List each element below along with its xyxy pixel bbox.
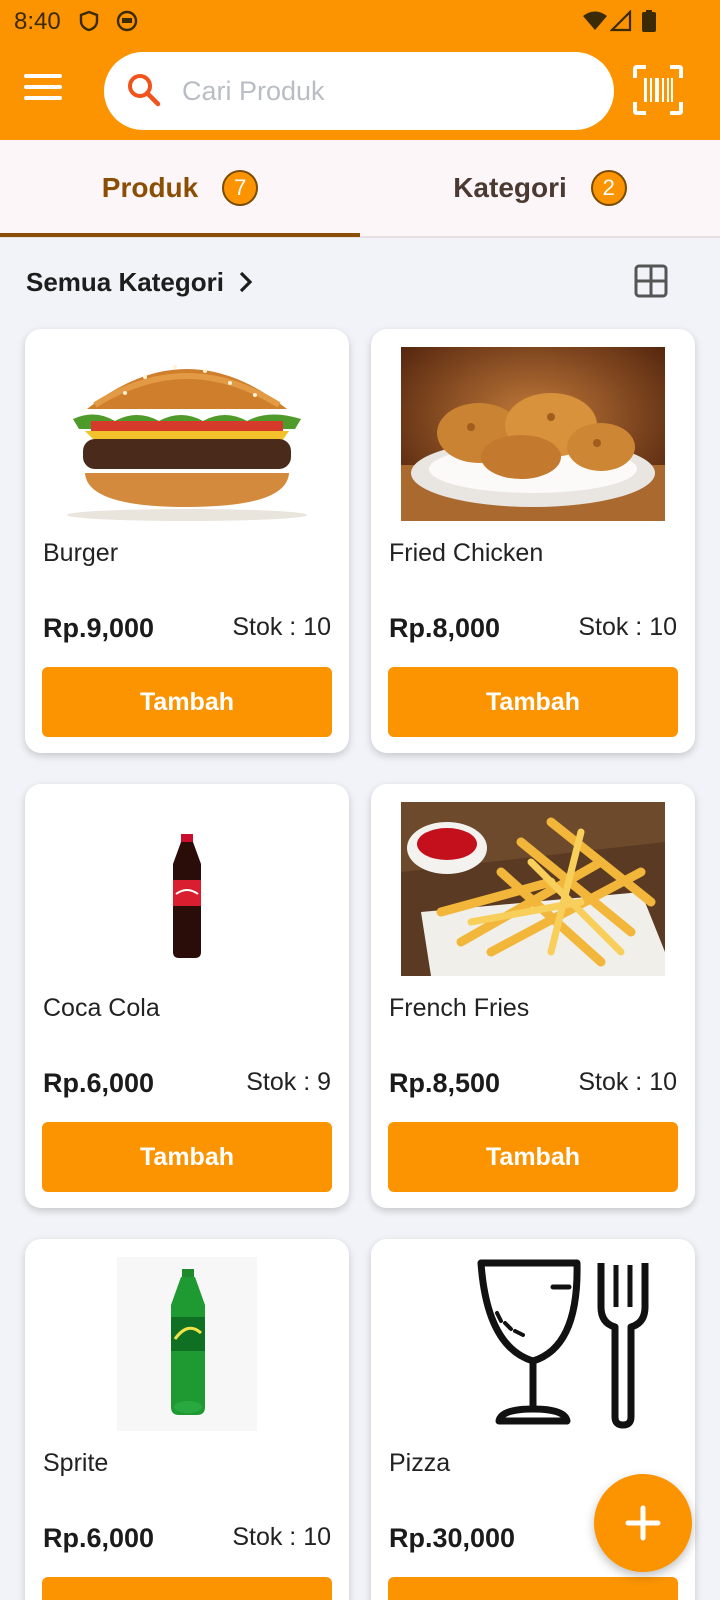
product-stock: Stok : 10 — [578, 613, 677, 641]
add-new-product-button[interactable] — [594, 1474, 692, 1572]
product-card[interactable]: Burger Rp.9,000 Stok : 10 Tambah — [25, 329, 349, 753]
active-tab-indicator — [0, 233, 360, 237]
category-filter[interactable]: Semua Kategori — [26, 262, 256, 302]
product-stock: Stok : 10 — [578, 1068, 677, 1096]
product-price: Rp.6,000 — [43, 1068, 155, 1098]
product-name: French Fries — [389, 994, 530, 1022]
add-product-button[interactable]: Tambah — [388, 667, 678, 737]
product-card[interactable]: Sprite Rp.6,000 Stok : 10 Tambah — [25, 1239, 349, 1600]
tab-kategori-count-badge: 2 — [590, 170, 627, 206]
product-card[interactable]: Fried Chicken Rp.8,000 Stok : 10 Tambah — [371, 329, 695, 753]
search-bar[interactable] — [104, 52, 614, 130]
product-card[interactable]: French Fries Rp.8,500 Stok : 10 Tambah — [371, 784, 695, 1208]
chevron-right-icon — [239, 271, 253, 293]
tab-kategori[interactable]: Kategori 2 — [360, 140, 720, 236]
product-card[interactable]: Coca Cola Rp.6,000 Stok : 9 Tambah — [25, 784, 349, 1208]
product-price: Rp.8,000 — [389, 613, 501, 643]
add-product-button[interactable]: Tambah — [42, 667, 332, 737]
fried-chicken-image — [401, 347, 665, 521]
shield-status-icon — [79, 10, 99, 32]
wifi-icon — [583, 11, 607, 30]
product-name: Fried Chicken — [389, 539, 544, 567]
burger-image — [55, 347, 319, 521]
product-name: Pizza — [389, 1449, 451, 1477]
status-time: 8:40 — [14, 8, 61, 35]
plus-icon — [625, 1505, 661, 1541]
barcode-scan-icon[interactable] — [632, 64, 684, 116]
product-price: Rp.6,000 — [43, 1523, 155, 1553]
signal-icon — [610, 10, 632, 32]
product-price: Rp.8,500 — [389, 1068, 501, 1098]
grid-view-icon[interactable] — [634, 264, 668, 298]
tab-bar: Produk 7 Kategori 2 — [0, 140, 720, 238]
product-name: Coca Cola — [43, 994, 160, 1022]
sprite-bottle-image — [117, 1257, 257, 1431]
search-icon — [128, 74, 161, 107]
category-filter-label: Semua Kategori — [26, 266, 224, 297]
tab-kategori-label: Kategori — [453, 172, 567, 203]
add-product-button[interactable]: Tambah — [42, 1577, 332, 1600]
search-input[interactable] — [182, 70, 592, 112]
product-name: Burger — [43, 539, 119, 567]
product-name: Sprite — [43, 1449, 109, 1477]
status-bar: 8:40 — [0, 0, 720, 44]
french-fries-image — [401, 802, 665, 976]
app-bar: 8:40 — [0, 0, 720, 140]
battery-icon — [642, 10, 656, 32]
tab-produk-count-badge: 7 — [222, 170, 259, 206]
add-product-button[interactable]: Tambah — [42, 1122, 332, 1192]
product-stock: Stok : 10 — [232, 613, 331, 641]
tab-produk-label: Produk — [101, 172, 199, 203]
add-product-button[interactable]: Tambah — [388, 1122, 678, 1192]
product-stock: Stok : 10 — [232, 1523, 331, 1551]
cola-bottle-image — [55, 802, 319, 976]
product-stock: Stok : 9 — [246, 1068, 331, 1096]
product-price: Rp.9,000 — [43, 613, 155, 643]
glass-fork-placeholder-icon — [477, 1259, 649, 1429]
robot-status-icon — [116, 10, 138, 32]
add-product-button[interactable] — [388, 1577, 678, 1600]
menu-icon[interactable] — [24, 74, 62, 108]
product-price: Rp.30,000 — [389, 1523, 516, 1553]
tab-produk[interactable]: Produk 7 — [0, 140, 360, 236]
